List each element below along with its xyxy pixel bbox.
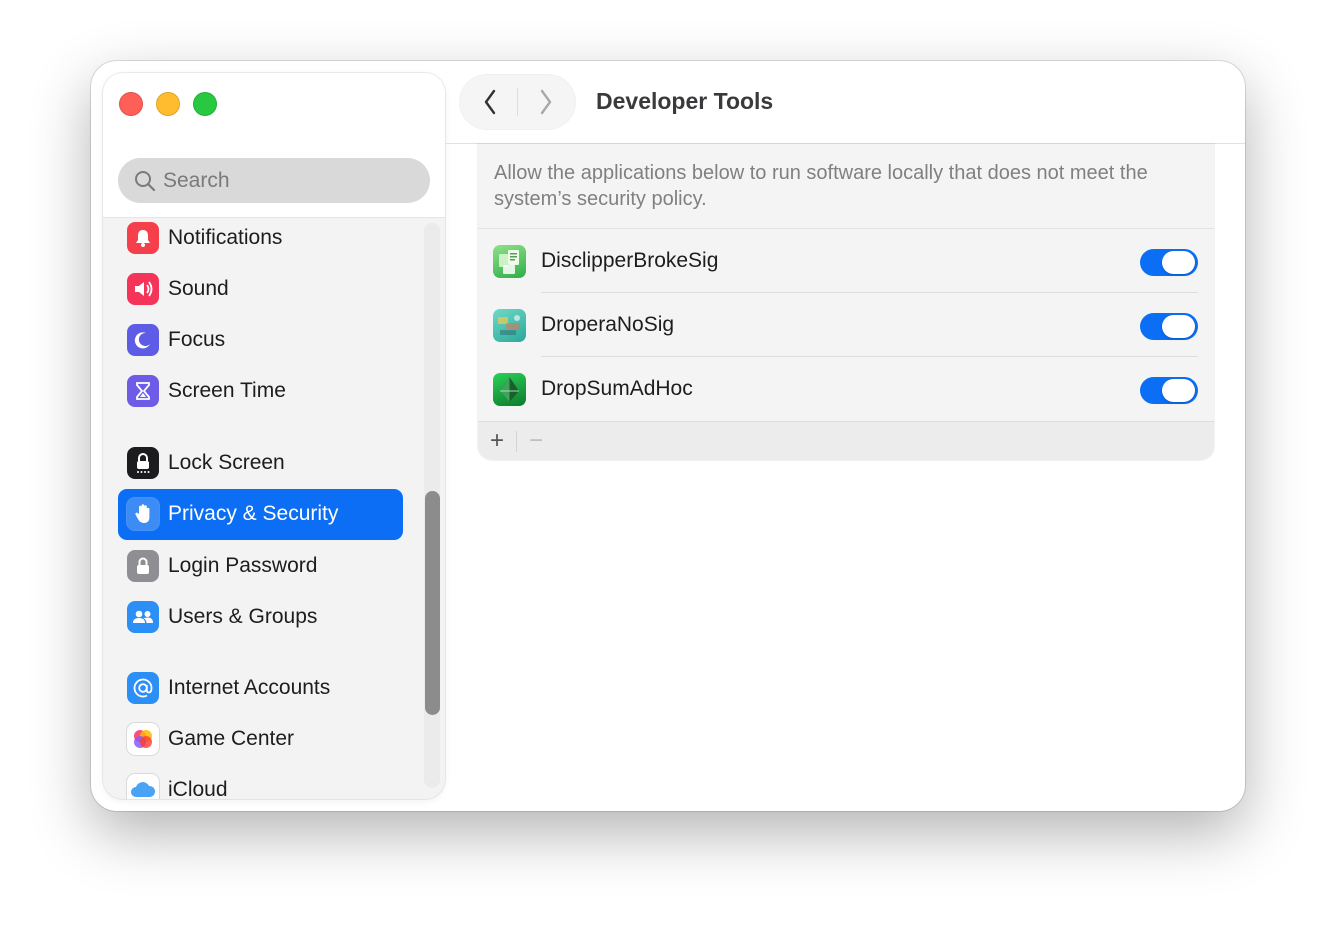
nav-divider: [517, 88, 518, 116]
search-input[interactable]: Search: [118, 158, 430, 203]
users-icon: [127, 601, 159, 633]
sidebar: Search Notifications Sound Focus Screen …: [103, 73, 445, 799]
page-title: Developer Tools: [596, 88, 774, 114]
controls-divider: [516, 431, 517, 452]
sidebar-item-internet-accounts[interactable]: Internet Accounts: [118, 663, 403, 714]
sidebar-item-label: Internet Accounts: [168, 676, 331, 699]
app-name: DisclipperBrokeSig: [541, 249, 719, 272]
sidebar-item-icloud[interactable]: iCloud: [118, 765, 403, 799]
add-app-button[interactable]: +: [482, 426, 512, 456]
app-row: DisclipperBrokeSig: [478, 229, 1214, 293]
moon-icon: [127, 324, 159, 356]
sidebar-item-label: Privacy & Security: [168, 502, 339, 525]
app-icon-dropsum: [493, 373, 526, 406]
forward-button[interactable]: [526, 88, 566, 116]
sidebar-item-label: Notifications: [168, 226, 283, 249]
sidebar-item-label: Screen Time: [168, 379, 286, 402]
sidebar-list: Notifications Sound Focus Screen Time Lo…: [103, 217, 445, 799]
developer-tools-panel: Allow the applications below to run soft…: [478, 144, 1214, 460]
chevron-right-icon: [540, 89, 552, 115]
sidebar-item-label: Sound: [168, 277, 229, 300]
sidebar-header: Search: [103, 73, 445, 218]
back-button[interactable]: [470, 88, 510, 116]
settings-window: Search Notifications Sound Focus Screen …: [91, 61, 1245, 811]
sidebar-item-label: Game Center: [168, 727, 295, 750]
game-center-icon: [127, 723, 159, 755]
sidebar-item-login-password[interactable]: Login Password: [118, 541, 403, 592]
sidebar-item-label: iCloud: [168, 778, 228, 799]
panel-description: Allow the applications below to run soft…: [494, 162, 1148, 210]
sidebar-item-sound[interactable]: Sound: [118, 264, 403, 315]
bell-icon: [127, 222, 159, 254]
cloud-icon: [127, 774, 159, 799]
sidebar-item-game-center[interactable]: Game Center: [118, 714, 403, 765]
zoom-window-button[interactable]: [193, 92, 217, 116]
sidebar-item-lock-screen[interactable]: Lock Screen: [118, 438, 403, 489]
chevron-left-icon: [484, 89, 496, 115]
sidebar-item-privacy-security[interactable]: Privacy & Security: [118, 489, 403, 540]
sidebar-item-label: Login Password: [168, 554, 318, 577]
search-placeholder: Search: [163, 169, 230, 192]
lock-icon: [127, 550, 159, 582]
search-icon: [135, 171, 156, 192]
remove-app-button[interactable]: −: [521, 426, 551, 456]
navigation-buttons: [460, 75, 575, 129]
sidebar-item-screen-time[interactable]: Screen Time: [118, 366, 403, 417]
sidebar-item-focus[interactable]: Focus: [118, 315, 403, 366]
app-toggle-switch[interactable]: [1140, 313, 1198, 340]
sidebar-item-label: Focus: [168, 328, 226, 351]
app-name: DroperaNoSig: [541, 313, 675, 336]
hourglass-icon: [127, 375, 159, 407]
list-controls-bar: + −: [478, 421, 1214, 460]
toggle-knob: [1162, 379, 1195, 402]
close-window-button[interactable]: [119, 92, 143, 116]
minimize-window-button[interactable]: [156, 92, 180, 116]
at-icon: [127, 672, 159, 704]
app-name: DropSumAdHoc: [541, 377, 693, 400]
app-icon-dropera: [493, 309, 526, 342]
lock-screen-icon: [127, 447, 159, 479]
app-row: DroperaNoSig: [478, 293, 1214, 357]
app-toggle-switch[interactable]: [1140, 249, 1198, 276]
sidebar-item-label: Users & Groups: [168, 605, 318, 628]
sidebar-item-notifications[interactable]: Notifications: [118, 217, 403, 264]
speaker-icon: [127, 273, 159, 305]
toggle-knob: [1162, 315, 1195, 338]
hand-icon: [127, 498, 159, 530]
sidebar-item-label: Lock Screen: [168, 451, 285, 474]
app-icon-disclipper: [493, 245, 526, 278]
app-toggle-switch[interactable]: [1140, 377, 1198, 404]
app-row: DropSumAdHoc: [478, 357, 1214, 421]
sidebar-item-users-groups[interactable]: Users & Groups: [118, 592, 403, 643]
sidebar-scrollbar-thumb[interactable]: [425, 491, 440, 715]
toggle-knob: [1162, 251, 1195, 274]
